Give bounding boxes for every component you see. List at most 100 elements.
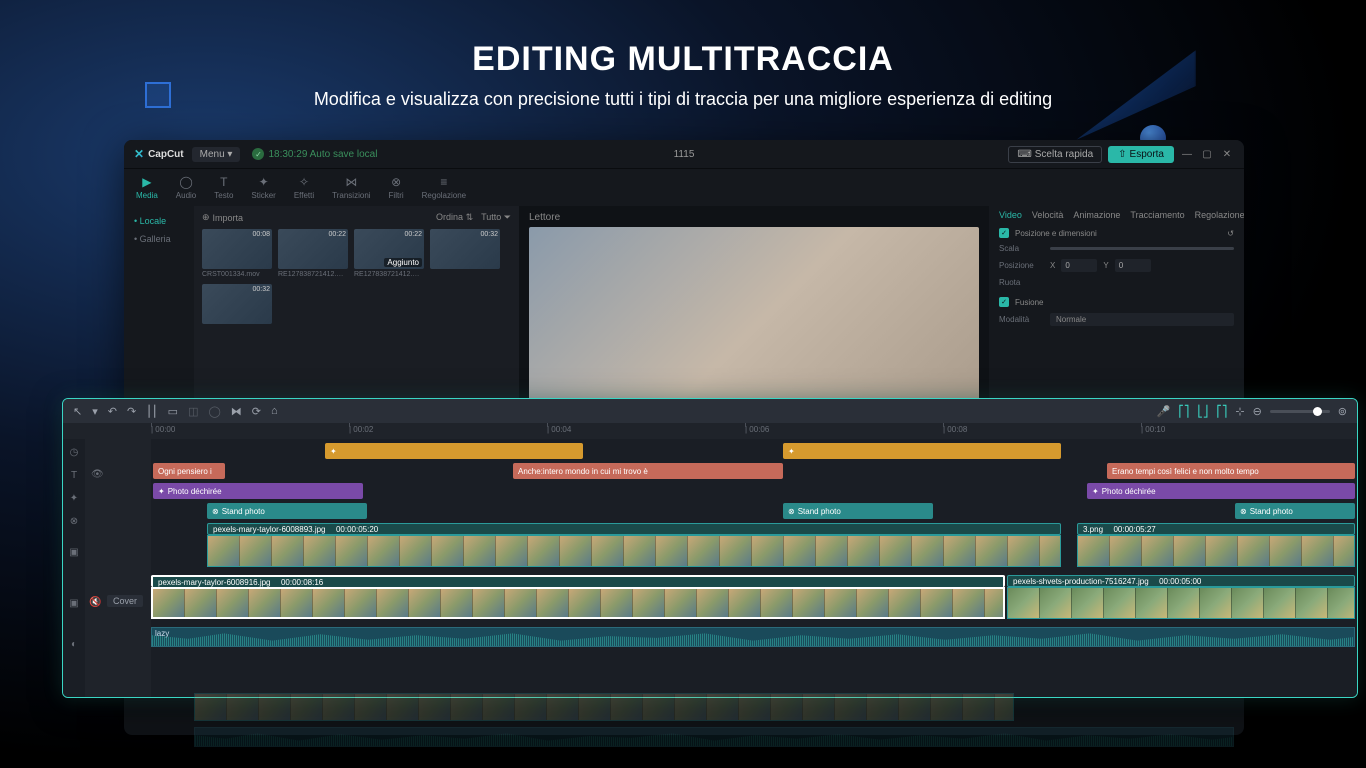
overlay-video-clip[interactable]: [1077, 535, 1355, 567]
ruler-tick: | 00:06: [745, 425, 769, 434]
redo-icon[interactable]: ↷: [127, 405, 136, 418]
media-clip[interactable]: 00:32: [202, 284, 272, 326]
main-video-clip[interactable]: [151, 587, 1005, 619]
filter-all-button[interactable]: Tutto ⏷: [481, 212, 511, 223]
import-button[interactable]: ⊕ Importa: [202, 212, 243, 223]
tool-media[interactable]: ▶Media: [136, 175, 158, 200]
mic-icon[interactable]: 🎤: [1157, 405, 1171, 418]
tool-testo[interactable]: TTesto: [214, 175, 233, 200]
blend-mode-select[interactable]: Normale: [1050, 313, 1234, 326]
text-clip[interactable]: Anche:intero mondo in cui mi trovo è: [513, 463, 783, 479]
pos-y-input[interactable]: [1115, 259, 1151, 272]
overlay-clip-label[interactable]: pexels-mary-taylor-6008893.jpg 00:00:05:…: [207, 523, 1061, 535]
overlay-track-icon[interactable]: ▣: [69, 547, 78, 558]
cover-button[interactable]: Cover: [107, 595, 143, 607]
standphoto-clip[interactable]: ⊗ Stand photo: [207, 503, 367, 519]
scale-slider[interactable]: [1050, 247, 1234, 250]
main-video-clip[interactable]: [1007, 587, 1355, 619]
zoom-out-icon[interactable]: ⊖: [1253, 405, 1262, 418]
text-track-icon[interactable]: T: [71, 470, 77, 481]
ruler-tick: | 00:04: [547, 425, 571, 434]
sort-button[interactable]: Ordina ⇅: [436, 212, 473, 223]
player-screen[interactable]: [529, 227, 979, 427]
tool-regolazione[interactable]: ≡Regolazione: [422, 175, 466, 200]
timeline-toolbar: ↖ ▾ ↶ ↷ ⎮⎮ ▭ ◫ ◯ ⧓ ⟳ ⌂ 🎤 ⎡⎤ ⎣⎦ ⎡⎤ ⊹ ⊖ ⊚: [63, 399, 1357, 423]
link-track-icon[interactable]: ⊗: [70, 516, 78, 527]
media-clip[interactable]: 00:08CRST001334.mov: [202, 229, 272, 278]
audio-track-icon[interactable]: ◐: [71, 639, 77, 650]
props-tab-video[interactable]: Video: [999, 210, 1022, 220]
tool-effetti[interactable]: ✧Effetti: [294, 175, 314, 200]
export-button[interactable]: ⇧ Esporta: [1108, 146, 1174, 163]
snap-end-icon[interactable]: ⎡⎤: [1216, 405, 1227, 418]
media-source-locale[interactable]: • Locale: [128, 212, 190, 230]
autosave-status: 18:30:29 Auto save local: [252, 148, 377, 160]
media-source-galleria[interactable]: • Galleria: [128, 230, 190, 248]
cursor-dropdown-icon[interactable]: ▾: [92, 405, 98, 418]
split-icon[interactable]: ⎮⎮: [146, 405, 157, 418]
snap-magnet-icon[interactable]: ⎣⎦: [1197, 405, 1208, 418]
main-track-icon[interactable]: ▣: [69, 598, 78, 609]
props-tab-regolazione[interactable]: Regolazione: [1195, 210, 1244, 220]
tool-sticker[interactable]: ✦Sticker: [251, 175, 275, 200]
ruler-tick: | 00:10: [1141, 425, 1165, 434]
tracks-area[interactable]: ✦ ✦ Ogni pensiero i Anche:intero mondo i…: [151, 439, 1357, 697]
timeline-ruler[interactable]: | 00:00| 00:02| 00:04| 00:06| 00:08| 00:…: [151, 423, 1357, 439]
overlay-clip-label[interactable]: 3.png 00:00:05:27: [1077, 523, 1355, 535]
app-logo: CapCut: [134, 147, 184, 161]
tool-transizioni[interactable]: ⋈Transizioni: [332, 175, 370, 200]
main-clip-label[interactable]: pexels-mary-taylor-6008916.jpg 00:00:08:…: [151, 575, 1005, 587]
audio-clip[interactable]: lazy: [151, 627, 1355, 647]
ruler-tick: | 00:00: [151, 425, 175, 434]
tool-filtri[interactable]: ⊗Filtri: [389, 175, 404, 200]
text-clip[interactable]: Ogni pensiero i: [153, 463, 225, 479]
snap-start-icon[interactable]: ⎡⎤: [1178, 405, 1189, 418]
accent-decoration: [145, 82, 171, 108]
marker-clip[interactable]: ✦: [783, 443, 1061, 459]
titlebar: CapCut Menu ▾ 18:30:29 Auto save local 1…: [124, 140, 1244, 168]
main-clip-label[interactable]: pexels-shvets-production-7516247.jpg 00:…: [1007, 575, 1355, 587]
fx-track-icon[interactable]: ✦: [70, 493, 78, 504]
maximize-icon[interactable]: ▢: [1200, 149, 1214, 160]
project-name: 1115: [674, 149, 695, 160]
undo-icon[interactable]: ↶: [108, 405, 117, 418]
delete-icon[interactable]: ▭: [168, 405, 178, 418]
zoom-slider[interactable]: [1270, 410, 1330, 413]
pos-x-input[interactable]: [1061, 259, 1097, 272]
menu-button[interactable]: Menu ▾: [192, 147, 241, 162]
record-icon[interactable]: ◯: [208, 405, 220, 418]
cursor-tool-icon[interactable]: ↖: [73, 405, 82, 418]
close-icon[interactable]: ✕: [1220, 149, 1234, 160]
mute-icon[interactable]: 🔇: [89, 597, 101, 608]
pos-size-checkbox[interactable]: ✓: [999, 228, 1009, 238]
props-tab-tracciamento[interactable]: Tracciamento: [1130, 210, 1184, 220]
align-icon[interactable]: ⊹: [1235, 405, 1244, 418]
media-clip[interactable]: 00:22AggiuntoRE127838721412.mp4: [354, 229, 424, 278]
standphoto-clip[interactable]: ⊗ Stand photo: [1235, 503, 1355, 519]
tool-audio[interactable]: ◯Audio: [176, 175, 196, 200]
rotate-icon[interactable]: ⟳: [252, 405, 261, 418]
fx-clip[interactable]: ✦ Photo déchirée: [1087, 483, 1355, 499]
marker-clip[interactable]: ✦: [325, 443, 583, 459]
fx-clip[interactable]: ✦ Photo déchirée: [153, 483, 363, 499]
media-clip[interactable]: 00:22RE127838721412.mp4: [278, 229, 348, 278]
props-tab-velocità[interactable]: Velocità: [1032, 210, 1064, 220]
minimize-icon[interactable]: —: [1180, 149, 1194, 160]
media-clip[interactable]: 00:32: [430, 229, 500, 278]
track-type-gutter: ◷ T ✦ ⊗ ▣ ▣ ◐: [63, 439, 85, 697]
ruler-tick: | 00:02: [349, 425, 373, 434]
zoom-fit-icon[interactable]: ⊚: [1338, 405, 1347, 418]
blend-checkbox[interactable]: ✓: [999, 297, 1009, 307]
clock-icon[interactable]: ◷: [70, 447, 79, 458]
props-tab-animazione[interactable]: Animazione: [1073, 210, 1120, 220]
text-clip[interactable]: Erano tempi così felici e non molto temp…: [1107, 463, 1355, 479]
shortcut-button[interactable]: ⌨ Scelta rapida: [1008, 146, 1102, 163]
top-toolbar: ▶Media ◯Audio TTesto ✦Sticker ✧Effetti ⋈Trans…: [124, 168, 1244, 206]
crop-icon[interactable]: ◫: [188, 405, 198, 418]
crop2-icon[interactable]: ⌂: [271, 405, 278, 417]
overlay-video-clip[interactable]: [207, 535, 1061, 567]
mirror-icon[interactable]: ⧓: [231, 405, 242, 418]
track-controls-gutter: 👁 🔇 Cover: [85, 439, 151, 697]
eye-icon[interactable]: 👁: [91, 469, 104, 480]
standphoto-clip[interactable]: ⊗ Stand photo: [783, 503, 933, 519]
